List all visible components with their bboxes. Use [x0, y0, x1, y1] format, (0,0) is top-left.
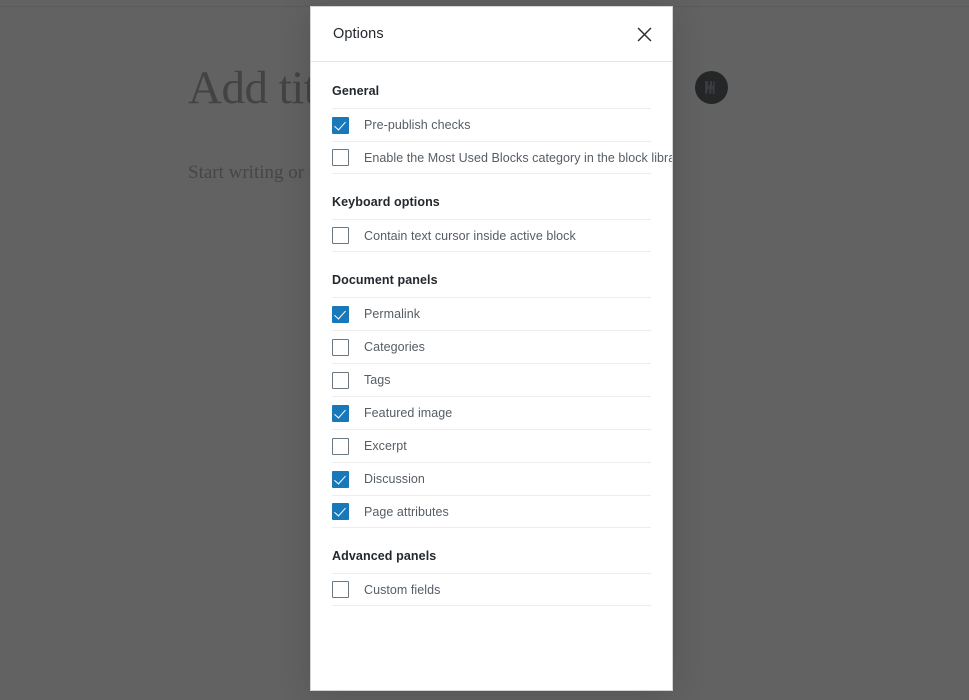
option-label: Excerpt [364, 439, 407, 453]
option-label: Permalink [364, 307, 421, 321]
option-row[interactable]: Page attributes [332, 495, 651, 528]
checkbox-unchecked-icon[interactable] [332, 338, 349, 356]
option-label: Discussion [364, 472, 425, 486]
options-section: General Pre-publish checks Enable the Most… [332, 62, 672, 174]
section-title: General [332, 84, 380, 98]
option-row[interactable]: Pre-publish checks [332, 108, 651, 141]
close-icon[interactable] [626, 16, 662, 52]
option-label: Pre-publish checks [364, 118, 471, 132]
checkbox-checked-icon[interactable] [332, 305, 349, 323]
options-section: Advanced panels Custom fields [332, 528, 651, 606]
section-title: Document panels [332, 273, 438, 287]
editor-app: Add title Start writing or type / to cho… [0, 0, 969, 700]
section-title: Keyboard options [332, 195, 440, 209]
checkbox-checked-icon[interactable] [332, 116, 349, 134]
options-section: Document panels Permalink Categories Tags Fe… [332, 252, 651, 528]
option-row[interactable]: Excerpt [332, 429, 651, 462]
option-row[interactable]: Categories [332, 330, 651, 363]
modal-body: General Pre-publish checks Enable the Most… [311, 62, 672, 690]
checkbox-unchecked-icon[interactable] [332, 371, 349, 389]
checkbox-checked-icon[interactable] [332, 470, 349, 488]
options-section: Keyboard options Contain text cursor insi… [332, 174, 651, 252]
option-row[interactable]: Custom fields [332, 573, 651, 606]
checkbox-checked-icon[interactable] [332, 404, 349, 422]
option-label: Page attributes [364, 504, 449, 519]
option-row[interactable]: Tags [332, 363, 651, 396]
option-label: Categories [364, 340, 425, 354]
option-label: Featured image [364, 406, 453, 420]
modal-header: Options [311, 7, 672, 62]
option-label: Custom fields [364, 582, 441, 597]
checkbox-unchecked-icon[interactable] [332, 437, 349, 455]
section-title: Advanced panels [332, 549, 437, 563]
option-row[interactable]: Enable the Most Used Blocks category in … [332, 141, 672, 174]
option-row[interactable]: Contain text cursor inside active block [332, 219, 651, 252]
option-row[interactable]: Discussion [332, 462, 651, 495]
checkbox-unchecked-icon[interactable] [332, 581, 349, 598]
option-label: Tags [364, 373, 391, 387]
option-row[interactable]: Permalink [332, 297, 651, 330]
checkbox-unchecked-icon[interactable] [332, 149, 349, 166]
option-label: Contain text cursor inside active block [364, 228, 576, 243]
modal-title: Options [333, 26, 384, 42]
option-row[interactable]: Featured image [332, 396, 651, 429]
checkbox-checked-icon[interactable] [332, 503, 349, 520]
checkbox-unchecked-icon[interactable] [332, 227, 349, 244]
options-modal: Options General Pre-publish checks Enable … [310, 6, 673, 691]
option-label: Enable the Most Used Blocks category in … [364, 150, 672, 165]
